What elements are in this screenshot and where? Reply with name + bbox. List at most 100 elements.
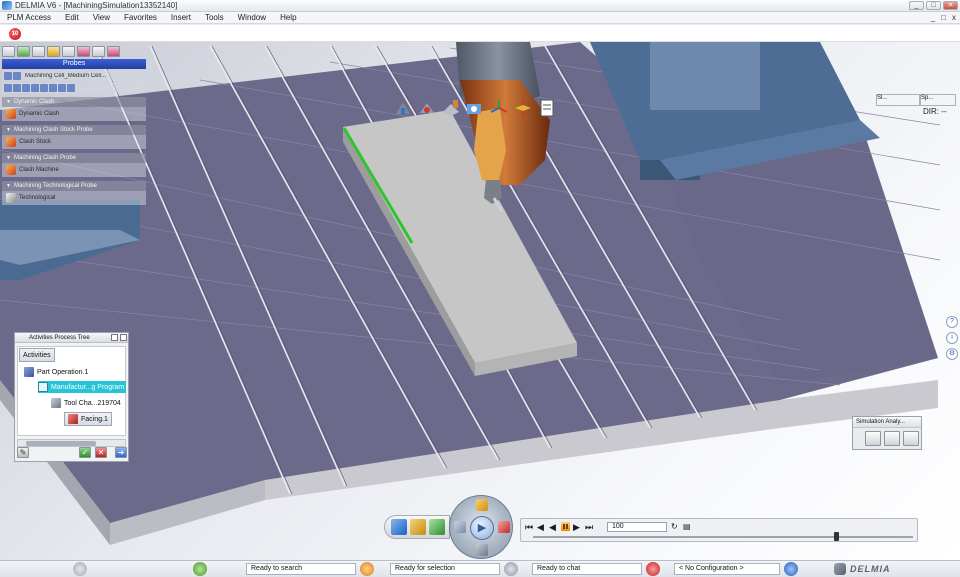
mdi-minimize-button[interactable]: _ xyxy=(931,13,935,22)
chat-icon[interactable] xyxy=(646,562,660,576)
sl-mini-panel[interactable]: Sl... xyxy=(876,94,920,106)
menu-tools[interactable]: Tools xyxy=(198,13,231,22)
configuration-field[interactable]: < No Configuration > xyxy=(674,563,780,575)
tree-cancel-icon[interactable]: ✕ xyxy=(95,447,107,458)
tree-node-manufacturing-program[interactable]: Manufactur...g Program xyxy=(38,381,127,393)
search-globe-icon[interactable] xyxy=(193,562,207,576)
wheel-bottom-icon[interactable] xyxy=(476,544,488,556)
probe-tool-icon-4[interactable] xyxy=(47,46,60,57)
section-header[interactable]: Machining Technological Probe xyxy=(2,181,146,191)
report-icon[interactable] xyxy=(537,98,557,118)
selection-status-field[interactable]: Ready for selection xyxy=(390,563,500,575)
probe-tool-icon-6[interactable] xyxy=(77,46,90,57)
menu-plm-access[interactable]: PLM Access xyxy=(0,13,58,22)
refresh-icon[interactable]: ↻ xyxy=(671,522,678,531)
sim-analysis-check-icon[interactable] xyxy=(903,431,919,446)
selection-tool-icon[interactable] xyxy=(360,562,374,576)
menu-help[interactable]: Help xyxy=(273,13,303,22)
panel-minimize-button[interactable] xyxy=(111,334,118,341)
wheel-play-icon[interactable]: ▶ xyxy=(470,516,494,540)
tree-root-activities[interactable]: Activities xyxy=(19,348,55,362)
mdi-restore-button[interactable]: □ xyxy=(941,13,946,22)
wheel-left-icon[interactable] xyxy=(454,521,466,533)
probe-tool-icon-5[interactable] xyxy=(62,46,75,57)
filter-icon[interactable] xyxy=(22,83,30,92)
probe-options-icon[interactable] xyxy=(67,83,75,92)
chat-status-field[interactable]: Ready to chat xyxy=(532,563,642,575)
timeline-slider-knob[interactable] xyxy=(834,532,839,541)
timeline-track[interactable] xyxy=(533,536,913,538)
menu-insert[interactable]: Insert xyxy=(164,13,198,22)
tool-view-icon[interactable] xyxy=(417,98,437,118)
machining-cell-row[interactable]: Machining Cell_Medium Cell... xyxy=(2,70,146,81)
navigation-wheel[interactable]: ▶ xyxy=(449,495,513,559)
menu-favorites[interactable]: Favorites xyxy=(117,13,164,22)
tree-horizontal-scrollbar[interactable] xyxy=(17,439,126,447)
maximize-button[interactable]: □ xyxy=(926,1,941,10)
search-status-field[interactable]: Ready to search xyxy=(246,563,356,575)
axis-icon[interactable] xyxy=(489,98,509,118)
video-icon[interactable] xyxy=(465,98,485,118)
minimize-button[interactable]: _ xyxy=(909,1,924,10)
sim-analysis-expand-icon[interactable] xyxy=(865,431,881,446)
machine-view-icon[interactable] xyxy=(393,98,413,118)
menu-view[interactable]: View xyxy=(86,13,117,22)
compass-icon[interactable]: 10 xyxy=(9,28,21,40)
play-mode-icon[interactable] xyxy=(391,519,407,535)
list-icon[interactable] xyxy=(13,83,21,92)
tree-apply-icon[interactable]: ✓ xyxy=(79,447,91,458)
play-button[interactable]: ▶ xyxy=(573,522,580,533)
first-frame-button[interactable]: ⏮ xyxy=(525,522,533,533)
tree-node-facing[interactable]: Facing.1 xyxy=(64,412,112,426)
frame-input[interactable]: 100 xyxy=(607,522,667,532)
probe-tool-icon-2[interactable] xyxy=(17,46,30,57)
clash-machine-item[interactable]: Clash Machine xyxy=(2,163,146,177)
sim-analysis-probe-icon[interactable] xyxy=(884,431,900,446)
menu-window[interactable]: Window xyxy=(231,13,273,22)
settings-icon[interactable]: ⚙ xyxy=(946,348,958,360)
wheel-right-icon[interactable] xyxy=(498,521,510,533)
compass-axis-icon[interactable] xyxy=(513,98,533,118)
menu-edit[interactable]: Edit xyxy=(58,13,86,22)
tree-settings-icon[interactable]: ✎ xyxy=(17,447,29,458)
sp-mini-panel[interactable]: Sp... xyxy=(920,94,956,106)
expand-icon[interactable] xyxy=(31,83,39,92)
probe-tool-icon-8[interactable] xyxy=(107,46,120,57)
mdi-close-button[interactable]: x xyxy=(952,13,956,22)
tree-node-part-operation[interactable]: Part Operation.1 xyxy=(24,366,88,378)
dynamic-clash-item[interactable]: Dynamic Clash xyxy=(2,107,146,121)
material-removal-icon[interactable] xyxy=(429,519,445,535)
probe-tool-icon-1[interactable] xyxy=(2,46,15,57)
collapse-icon[interactable] xyxy=(40,83,48,92)
section-header[interactable]: Machining Clash Probe xyxy=(2,153,146,163)
section-header[interactable]: Dynamic Clash xyxy=(2,97,146,107)
pause-button[interactable] xyxy=(561,522,570,531)
close-button[interactable]: ✕ xyxy=(943,1,958,10)
tool-path-icon[interactable] xyxy=(410,519,426,535)
scrollbar-thumb[interactable] xyxy=(26,441,96,446)
configuration-globe-icon[interactable] xyxy=(784,562,798,576)
wheel-top-icon[interactable] xyxy=(476,499,488,511)
probe-remove-icon[interactable] xyxy=(58,83,66,92)
status-home-icon[interactable] xyxy=(73,562,87,576)
probe-add-icon[interactable] xyxy=(49,83,57,92)
technological-item[interactable]: Technological xyxy=(2,191,146,205)
tree-next-icon[interactable]: ➜ xyxy=(115,447,127,458)
stock-view-icon[interactable] xyxy=(441,98,461,118)
panel-close-button[interactable] xyxy=(120,334,127,341)
activities-tree[interactable]: Activities Part Operation.1 Manufactur..… xyxy=(17,346,127,436)
reverse-play-button[interactable]: ◀ xyxy=(549,522,556,533)
grid-icon[interactable] xyxy=(4,83,12,92)
info-icon[interactable]: i xyxy=(946,332,958,344)
search-magnifier-icon[interactable] xyxy=(504,562,518,576)
clipboard-icon[interactable]: ▤ xyxy=(683,522,691,531)
clash-stock-item[interactable]: Clash Stock xyxy=(2,135,146,149)
arrow-left-icon[interactable] xyxy=(4,71,12,80)
tree-node-tool-change[interactable]: Tool Cha...219704 xyxy=(51,397,121,409)
step-back-button[interactable]: ◀ xyxy=(537,522,544,533)
probe-tool-icon-7[interactable] xyxy=(92,46,105,57)
section-header[interactable]: Machining Clash Stock Probe xyxy=(2,125,146,135)
arrow-right-icon[interactable] xyxy=(13,71,21,80)
help-icon[interactable]: ? xyxy=(946,316,958,328)
last-frame-button[interactable]: ⏭ xyxy=(585,522,593,533)
